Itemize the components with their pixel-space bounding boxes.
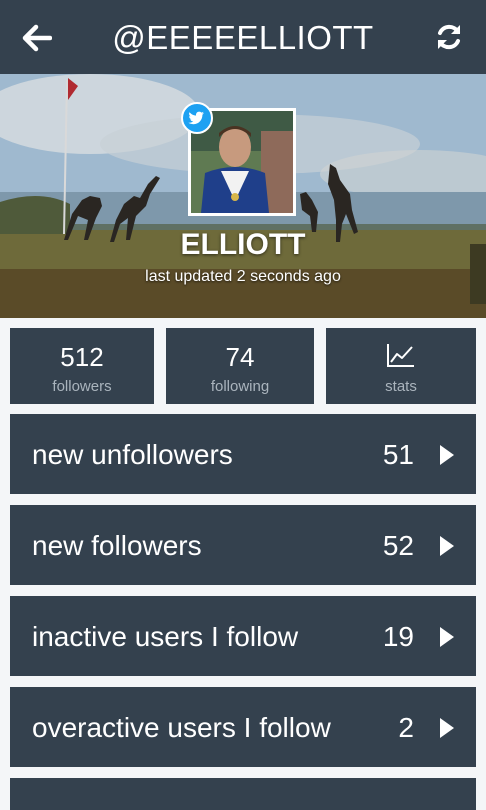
row-count: 19 <box>382 621 414 652</box>
chevron-right-icon <box>440 627 454 647</box>
chevron-right-icon <box>440 536 454 556</box>
row-label: new followers <box>32 530 202 561</box>
following-label: following <box>210 378 270 395</box>
stats-label: stats <box>385 378 417 395</box>
twitter-bird-icon <box>181 102 213 134</box>
page-title: @EEEEELLIOTT <box>112 19 374 56</box>
row-count: 2 <box>398 712 414 743</box>
row-label: new unfollowers <box>32 439 233 470</box>
row-new-unfollowers[interactable]: new unfollowers 51 <box>10 414 476 494</box>
profile-name: ELLIOTT <box>180 228 306 261</box>
stats-tile[interactable]: stats <box>326 328 476 404</box>
row-inactive-users[interactable]: inactive users I follow 19 <box>10 596 476 676</box>
line-chart-icon <box>387 344 414 367</box>
following-count: 74 <box>225 342 255 372</box>
refresh-icon[interactable] <box>434 22 464 52</box>
row-label: overactive users I follow <box>32 712 331 743</box>
chevron-right-icon <box>440 718 454 738</box>
chevron-right-icon <box>440 445 454 465</box>
row-overactive-users[interactable]: overactive users I follow 2 <box>10 687 476 767</box>
row-partially-visible[interactable] <box>10 778 476 810</box>
row-count: 51 <box>382 439 414 470</box>
followers-label: followers <box>52 378 112 395</box>
followers-count: 512 <box>60 342 104 372</box>
top-bar: @EEEEELLIOTT <box>0 0 486 74</box>
row-label: inactive users I follow <box>32 621 299 652</box>
row-new-followers[interactable]: new followers 52 <box>10 505 476 585</box>
cover-photo: ELLIOTT last updated 2 seconds ago <box>0 74 486 318</box>
last-updated-text: last updated 2 seconds ago <box>145 268 341 285</box>
row-count: 52 <box>382 530 414 561</box>
followers-tile[interactable]: 512 followers <box>10 328 154 404</box>
following-tile[interactable]: 74 following <box>166 328 314 404</box>
